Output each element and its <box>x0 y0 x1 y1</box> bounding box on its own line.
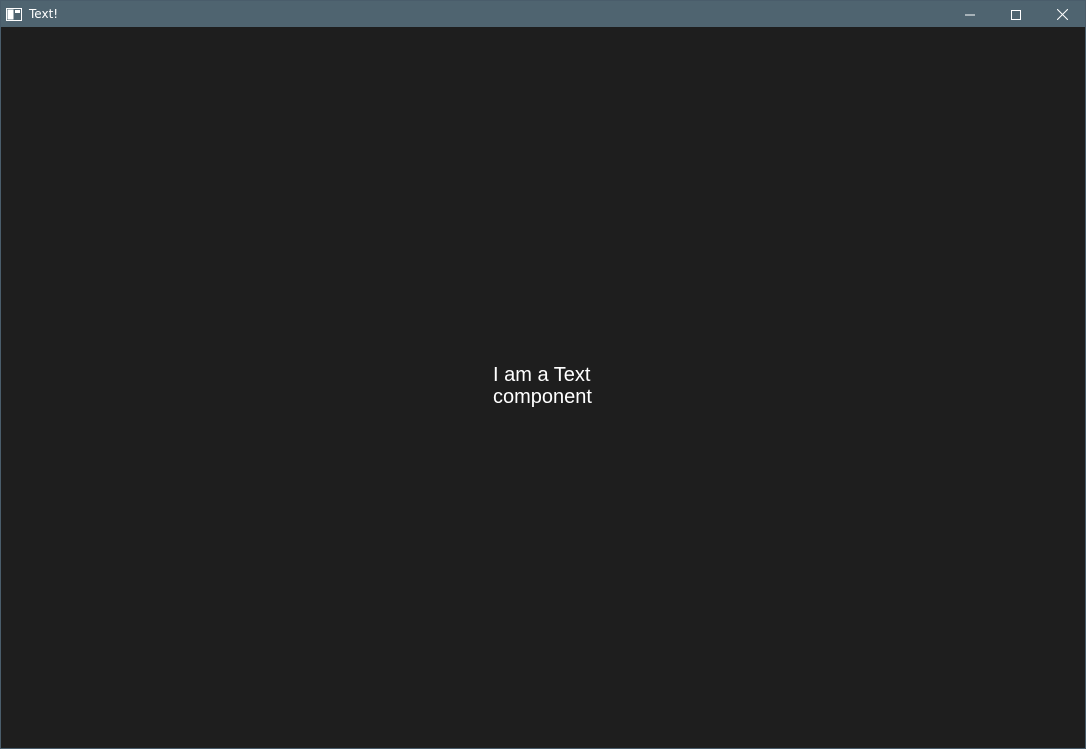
window-content: I am a Text component <box>1 27 1085 748</box>
app-window-icon <box>6 7 22 21</box>
close-button[interactable] <box>1039 1 1085 27</box>
maximize-icon <box>1011 5 1021 24</box>
app-window: Text! I am a Text component <box>0 0 1086 749</box>
close-icon <box>1056 5 1068 24</box>
window-controls <box>947 1 1085 27</box>
text-component: I am a Text component <box>493 364 592 408</box>
window-title: Text! <box>29 7 59 21</box>
minimize-button[interactable] <box>947 1 993 27</box>
maximize-button[interactable] <box>993 1 1039 27</box>
title-bar[interactable]: Text! <box>1 1 1085 27</box>
minimize-icon <box>965 5 975 24</box>
